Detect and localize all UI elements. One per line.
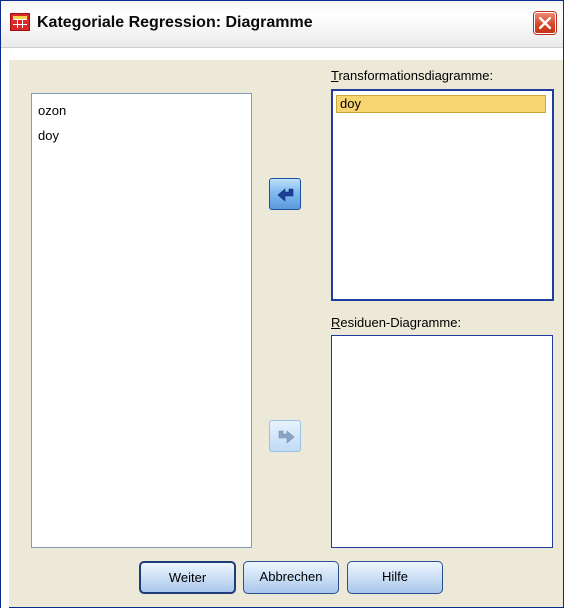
window-title: Kategoriale Regression: Diagramme: [37, 14, 313, 31]
list-item-selected[interactable]: doy: [336, 95, 546, 113]
arrow-right-icon: [278, 430, 295, 444]
move-to-residuals-button[interactable]: [269, 420, 301, 452]
transform-plots-list[interactable]: doy: [331, 89, 554, 301]
close-button[interactable]: [534, 12, 556, 34]
transform-plots-label: Transformationsdiagramme:: [331, 68, 494, 83]
help-button[interactable]: Hilfe: [347, 561, 443, 594]
move-to-source-button[interactable]: [269, 178, 301, 210]
top-border-strip: [1, 48, 563, 60]
spss-table-icon: [10, 13, 30, 31]
source-variable-list[interactable]: ozon doy: [31, 93, 252, 548]
list-item[interactable]: ozon: [38, 102, 66, 120]
residual-plots-list[interactable]: [331, 335, 553, 548]
dialog-window: Kategoriale Regression: Diagramme ozon d…: [0, 0, 564, 608]
cancel-button[interactable]: Abbrechen: [243, 561, 339, 594]
title-bar[interactable]: Kategoriale Regression: Diagramme: [1, 1, 563, 48]
left-border-strip: [1, 60, 9, 608]
continue-button[interactable]: Weiter: [139, 561, 236, 594]
arrow-left-icon: [277, 188, 294, 202]
list-item[interactable]: doy: [38, 127, 59, 145]
residual-plots-label: Residuen-Diagramme:: [331, 315, 462, 330]
close-icon: [539, 17, 551, 29]
